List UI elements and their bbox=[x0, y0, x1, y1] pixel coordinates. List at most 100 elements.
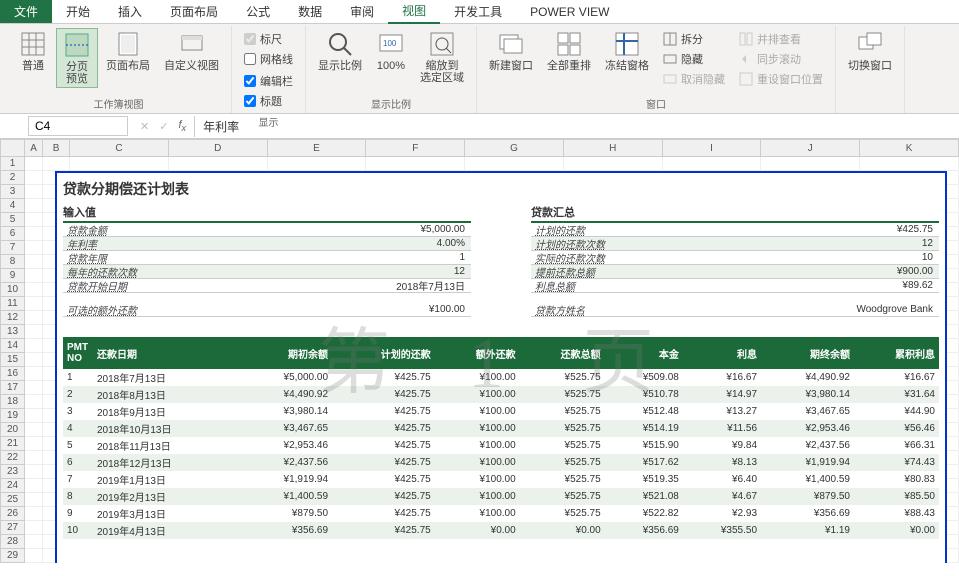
table-row[interactable]: 42018年10月13日¥3,467.65¥425.75¥100.00¥525.… bbox=[63, 420, 939, 437]
arrange-button[interactable]: 全部重排 bbox=[541, 28, 597, 74]
row-header[interactable]: 14 bbox=[0, 339, 25, 353]
row-header[interactable]: 11 bbox=[0, 297, 25, 311]
cell[interactable] bbox=[25, 451, 43, 465]
zoom-selection-button[interactable]: 缩放到 选定区域 bbox=[414, 28, 470, 86]
cell[interactable] bbox=[25, 367, 43, 381]
cell[interactable] bbox=[860, 157, 959, 171]
table-row[interactable]: 12018年7月13日¥5,000.00¥425.75¥100.00¥525.7… bbox=[63, 369, 939, 386]
cell[interactable] bbox=[465, 157, 564, 171]
cell[interactable] bbox=[25, 409, 43, 423]
table-row[interactable]: 92019年3月13日¥879.50¥425.75¥100.00¥525.75¥… bbox=[63, 505, 939, 522]
tab-review[interactable]: 审阅 bbox=[336, 0, 388, 23]
cell[interactable] bbox=[25, 255, 43, 269]
row-header[interactable]: 29 bbox=[0, 549, 25, 563]
col-header[interactable]: D bbox=[169, 139, 268, 157]
view-normal-button[interactable]: 普通 bbox=[12, 28, 54, 74]
split-button[interactable]: 拆分 bbox=[661, 30, 727, 48]
chk-formulabar[interactable]: 编辑栏 bbox=[244, 73, 293, 89]
cell[interactable] bbox=[25, 507, 43, 521]
chk-ruler[interactable]: 标尺 bbox=[244, 31, 293, 47]
cancel-icon[interactable]: ✕ bbox=[140, 120, 149, 133]
cell[interactable] bbox=[25, 157, 43, 171]
col-header[interactable]: C bbox=[70, 139, 169, 157]
row-header[interactable]: 18 bbox=[0, 395, 25, 409]
tab-data[interactable]: 数据 bbox=[284, 0, 336, 23]
cell[interactable] bbox=[25, 381, 43, 395]
cell[interactable] bbox=[268, 157, 367, 171]
table-row[interactable]: 82019年2月13日¥1,400.59¥425.75¥100.00¥525.7… bbox=[63, 488, 939, 505]
new-window-button[interactable]: 新建窗口 bbox=[483, 28, 539, 74]
tab-file[interactable]: 文件 bbox=[0, 0, 52, 23]
freeze-button[interactable]: 冻结窗格 bbox=[599, 28, 655, 74]
cell[interactable] bbox=[366, 157, 465, 171]
cell[interactable] bbox=[43, 157, 70, 171]
sidebyside-button[interactable]: 并排查看 bbox=[737, 30, 825, 48]
cell[interactable] bbox=[25, 339, 43, 353]
cell[interactable] bbox=[25, 479, 43, 493]
row-header[interactable]: 28 bbox=[0, 535, 25, 549]
cell[interactable] bbox=[25, 325, 43, 339]
row-header[interactable]: 1 bbox=[0, 157, 25, 171]
col-header[interactable]: B bbox=[43, 139, 70, 157]
table-row[interactable]: 102019年4月13日¥356.69¥425.75¥0.00¥0.00¥356… bbox=[63, 522, 939, 539]
cell[interactable] bbox=[70, 157, 169, 171]
cell[interactable] bbox=[25, 227, 43, 241]
formula-input[interactable]: 年利率 bbox=[194, 116, 959, 137]
row-header[interactable]: 3 bbox=[0, 185, 25, 199]
col-header[interactable]: G bbox=[465, 139, 564, 157]
col-header[interactable]: F bbox=[366, 139, 465, 157]
table-row[interactable]: 32018年9月13日¥3,980.14¥425.75¥100.00¥525.7… bbox=[63, 403, 939, 420]
row-header[interactable]: 16 bbox=[0, 367, 25, 381]
row-header[interactable]: 6 bbox=[0, 227, 25, 241]
cell[interactable] bbox=[25, 353, 43, 367]
tab-powerview[interactable]: POWER VIEW bbox=[516, 2, 623, 22]
row-header[interactable]: 22 bbox=[0, 451, 25, 465]
table-row[interactable]: 22018年8月13日¥4,490.92¥425.75¥100.00¥525.7… bbox=[63, 386, 939, 403]
tab-formulas[interactable]: 公式 bbox=[232, 0, 284, 23]
tab-pagelayout[interactable]: 页面布局 bbox=[156, 0, 232, 23]
col-header[interactable]: I bbox=[663, 139, 762, 157]
row-header[interactable]: 26 bbox=[0, 507, 25, 521]
row-header[interactable]: 25 bbox=[0, 493, 25, 507]
row-header[interactable]: 24 bbox=[0, 479, 25, 493]
row-header[interactable]: 5 bbox=[0, 213, 25, 227]
tab-insert[interactable]: 插入 bbox=[104, 0, 156, 23]
tab-home[interactable]: 开始 bbox=[52, 0, 104, 23]
table-row[interactable]: 52018年11月13日¥2,953.46¥425.75¥100.00¥525.… bbox=[63, 437, 939, 454]
fx-icon[interactable]: fx bbox=[178, 119, 186, 133]
zoom-100-button[interactable]: 100 100% bbox=[370, 28, 412, 74]
cell[interactable] bbox=[25, 423, 43, 437]
col-header[interactable]: J bbox=[761, 139, 860, 157]
row-header[interactable]: 23 bbox=[0, 465, 25, 479]
chk-headings[interactable]: 标题 bbox=[244, 93, 293, 109]
cell[interactable] bbox=[25, 521, 43, 535]
cell[interactable] bbox=[25, 297, 43, 311]
enter-icon[interactable]: ✓ bbox=[159, 120, 168, 133]
col-header[interactable]: A bbox=[25, 139, 43, 157]
row-header[interactable]: 20 bbox=[0, 423, 25, 437]
cell[interactable] bbox=[25, 241, 43, 255]
tab-developer[interactable]: 开发工具 bbox=[440, 0, 516, 23]
row-header[interactable]: 4 bbox=[0, 199, 25, 213]
hide-button[interactable]: 隐藏 bbox=[661, 50, 727, 68]
view-pagelayout-button[interactable]: 页面布局 bbox=[100, 28, 156, 74]
resetpos-button[interactable]: 重设窗口位置 bbox=[737, 70, 825, 88]
row-header[interactable]: 13 bbox=[0, 325, 25, 339]
row-header[interactable]: 2 bbox=[0, 171, 25, 185]
tab-view[interactable]: 视图 bbox=[388, 0, 440, 24]
table-row[interactable]: 62018年12月13日¥2,437.56¥425.75¥100.00¥525.… bbox=[63, 454, 939, 471]
cell[interactable] bbox=[663, 157, 762, 171]
col-header[interactable]: E bbox=[268, 139, 367, 157]
row-header[interactable]: 8 bbox=[0, 255, 25, 269]
cell[interactable] bbox=[169, 157, 268, 171]
table-row[interactable]: 72019年1月13日¥1,919.94¥425.75¥100.00¥525.7… bbox=[63, 471, 939, 488]
cell[interactable] bbox=[25, 213, 43, 227]
row-header[interactable]: 7 bbox=[0, 241, 25, 255]
row-header[interactable]: 17 bbox=[0, 381, 25, 395]
row-header[interactable]: 12 bbox=[0, 311, 25, 325]
cell[interactable] bbox=[25, 395, 43, 409]
cell[interactable] bbox=[25, 269, 43, 283]
view-custom-button[interactable]: 自定义视图 bbox=[158, 28, 225, 74]
cell[interactable] bbox=[25, 535, 43, 549]
cell[interactable] bbox=[25, 493, 43, 507]
